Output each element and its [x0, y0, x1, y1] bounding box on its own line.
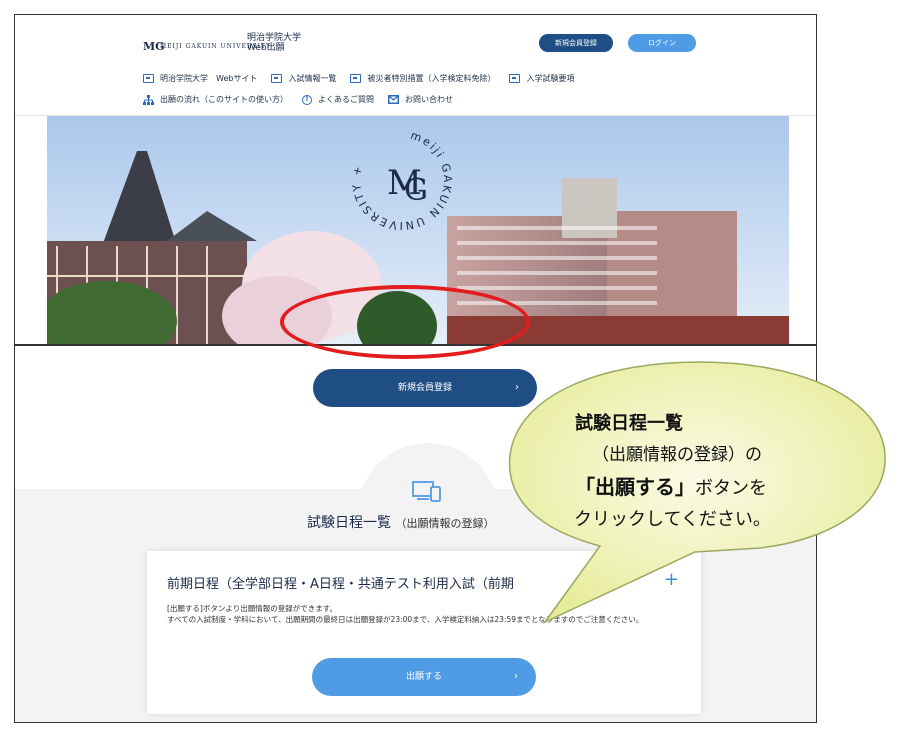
- nav-label: よくあるご質問: [318, 95, 374, 104]
- flow-icon: [143, 94, 154, 105]
- svg-text:G: G: [404, 173, 428, 208]
- window-icon: [509, 74, 521, 83]
- nav-item-admission-guide[interactable]: 入学試験要項: [509, 73, 574, 84]
- card-description: [出願する]ボタンより出願情報の登録ができます。 すべての入試制度・学科において…: [167, 603, 687, 625]
- nav-item-disaster-measures[interactable]: 被災者特別措置（入学検定料免除）: [350, 73, 495, 84]
- nav-label: 入試情報一覧: [288, 74, 337, 83]
- nav-item-application-flow[interactable]: 出願の流れ（このサイトの使い方）: [143, 94, 288, 105]
- callout-line3: 「出願する」ボタンを: [575, 471, 767, 500]
- chevron-right-icon: ›: [514, 671, 518, 682]
- devices-icon: [412, 481, 441, 502]
- nav-row-primary: 明治学院大学 Webサイト 入試情報一覧 被災者特別措置（入学検定料免除） 入学…: [143, 73, 588, 84]
- schedule-heading: 試験日程一覧 （出願情報の登録）: [307, 512, 494, 532]
- nav-label: 被災者特別措置（入学検定料免除）: [367, 74, 496, 83]
- callout-line3-rest: ボタンを: [695, 478, 767, 499]
- window-icon: [143, 74, 154, 83]
- window-icon: [271, 74, 283, 83]
- schedule-title: 試験日程一覧: [307, 515, 391, 531]
- apply-button[interactable]: 出願する ›: [312, 658, 536, 696]
- apply-button-label: 出願する: [405, 672, 442, 682]
- nav-row-secondary: 出願の流れ（このサイトの使い方） ! よくあるご質問 お問い合わせ: [143, 94, 467, 105]
- nav-label: 入学試験要項: [526, 74, 575, 83]
- callout-line3-bold: 「出願する」: [575, 475, 695, 499]
- nav-label: お問い合わせ: [405, 95, 453, 104]
- login-button[interactable]: ログイン: [628, 34, 696, 52]
- callout-line1: 試験日程一覧: [575, 413, 683, 434]
- chevron-right-icon: ›: [515, 382, 519, 393]
- nav-label: 明治学院大学 Webサイト: [160, 74, 258, 83]
- register-cta-button[interactable]: 新規会員登録 ›: [313, 369, 537, 407]
- expand-plus-icon[interactable]: +: [664, 569, 679, 590]
- register-cta-label: 新規会員登録: [397, 383, 452, 393]
- window-icon: [350, 74, 362, 83]
- card-text-line2: すべての入試制度・学科において、出願期間の最終日は出願登録が23:00まで、入学…: [167, 615, 644, 624]
- nav-item-faq[interactable]: ! よくあるご質問: [302, 94, 374, 105]
- card-text-line1: [出願する]ボタンより出願情報の登録ができます。: [167, 604, 337, 613]
- register-button[interactable]: 新規会員登録: [539, 34, 613, 52]
- highlight-ellipse: [280, 285, 530, 359]
- info-icon: !: [302, 94, 312, 105]
- schedule-card: 前期日程（全学部日程・A日程・共通テスト利用入試（前期 + [出願する]ボタンよ…: [147, 551, 701, 714]
- callout-line2: （出願情報の登録）の: [592, 445, 762, 465]
- nav-item-university-site[interactable]: 明治学院大学 Webサイト: [143, 73, 257, 84]
- callout-line4: クリックしてください。: [574, 509, 771, 530]
- mail-icon: [388, 95, 399, 104]
- nav-item-exam-info[interactable]: 入試情報一覧: [271, 73, 336, 84]
- site-header: MG MEIJI GAKUIN UNIVERSITY 明治学院大学 Web出願 …: [15, 15, 816, 116]
- bottom-screenshot-panel: 新規会員登録 › 試験日程一覧 （出願情報の登録） 前期日程（全学部日程・A日程…: [14, 345, 817, 723]
- schedule-subtitle: （出願情報の登録）: [395, 517, 495, 530]
- site-title[interactable]: 明治学院大学 Web出願: [247, 33, 301, 53]
- nav-label: 出願の流れ（このサイトの使い方）: [160, 95, 288, 104]
- card-title[interactable]: 前期日程（全学部日程・A日程・共通テスト利用入試（前期: [167, 573, 577, 592]
- nav-item-contact[interactable]: お問い合わせ: [388, 94, 453, 105]
